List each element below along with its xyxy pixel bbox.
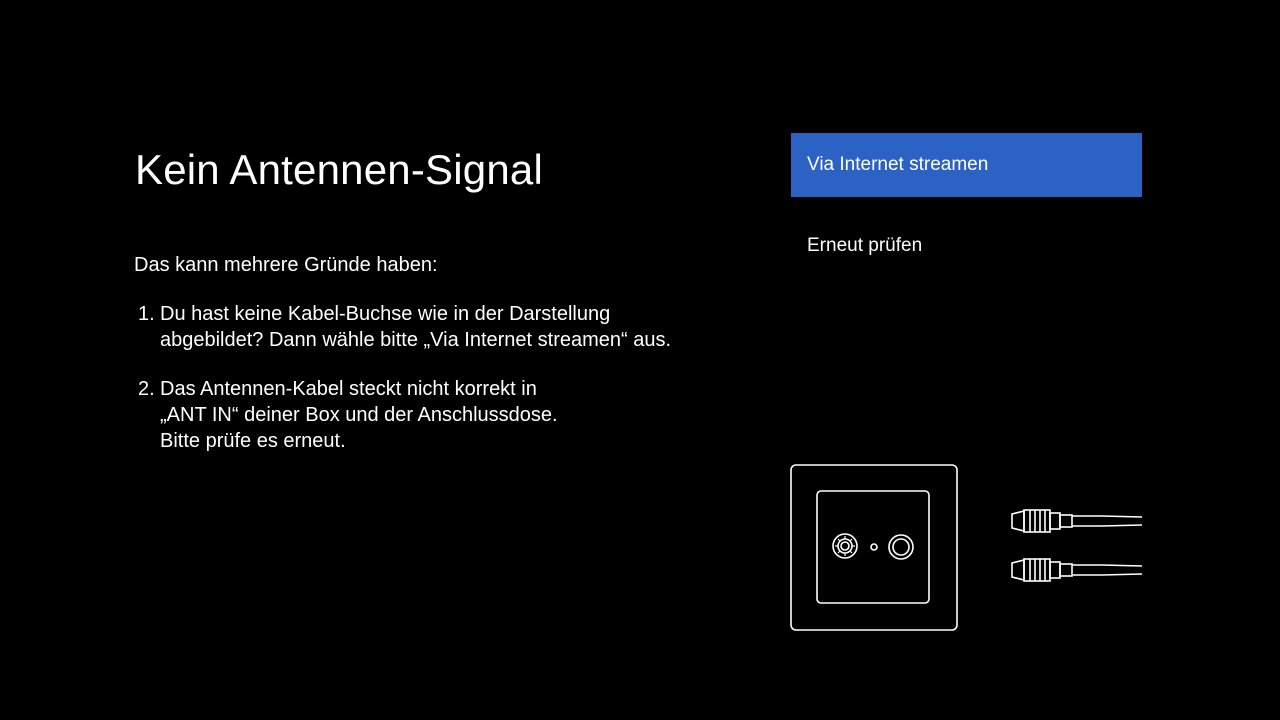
reason-text: Du hast keine Kabel-Buchse wie in der Da… [160, 301, 671, 353]
intro-text: Das kann mehrere Gründe haben: [134, 254, 438, 276]
reason-line: abgebildet? Dann wähle bitte „Via Intern… [160, 329, 672, 351]
reason-line: Bitte prüfe es erneut. [160, 430, 346, 452]
no-signal-screen: Kein Antennen-Signal Das kann mehrere Gr… [0, 0, 1280, 720]
erneut-pruefen-button[interactable]: Erneut prüfen [791, 214, 1142, 278]
reason-item-1: 1. Du hast keine Kabel-Buchse wie in der… [138, 301, 671, 353]
reason-item-2: 2. Das Antennen-Kabel steckt nicht korre… [138, 376, 558, 454]
antenna-wall-socket-icon [790, 464, 958, 631]
reason-line: „ANT IN“ deiner Box und der Anschlussdos… [160, 404, 558, 426]
reason-line: Du hast keine Kabel-Buchse wie in der Da… [160, 303, 611, 325]
reason-text: Das Antennen-Kabel steckt nicht korrekt … [160, 376, 558, 454]
page-title: Kein Antennen-Signal [135, 146, 543, 193]
reason-number: 1. [138, 303, 155, 325]
reason-line: Das Antennen-Kabel steckt nicht korrekt … [160, 378, 537, 400]
reason-number: 2. [138, 378, 155, 400]
via-internet-streamen-button[interactable]: Via Internet streamen [791, 133, 1142, 197]
connection-illustration [788, 462, 1148, 634]
coax-cable-plug-icon [1011, 509, 1143, 582]
